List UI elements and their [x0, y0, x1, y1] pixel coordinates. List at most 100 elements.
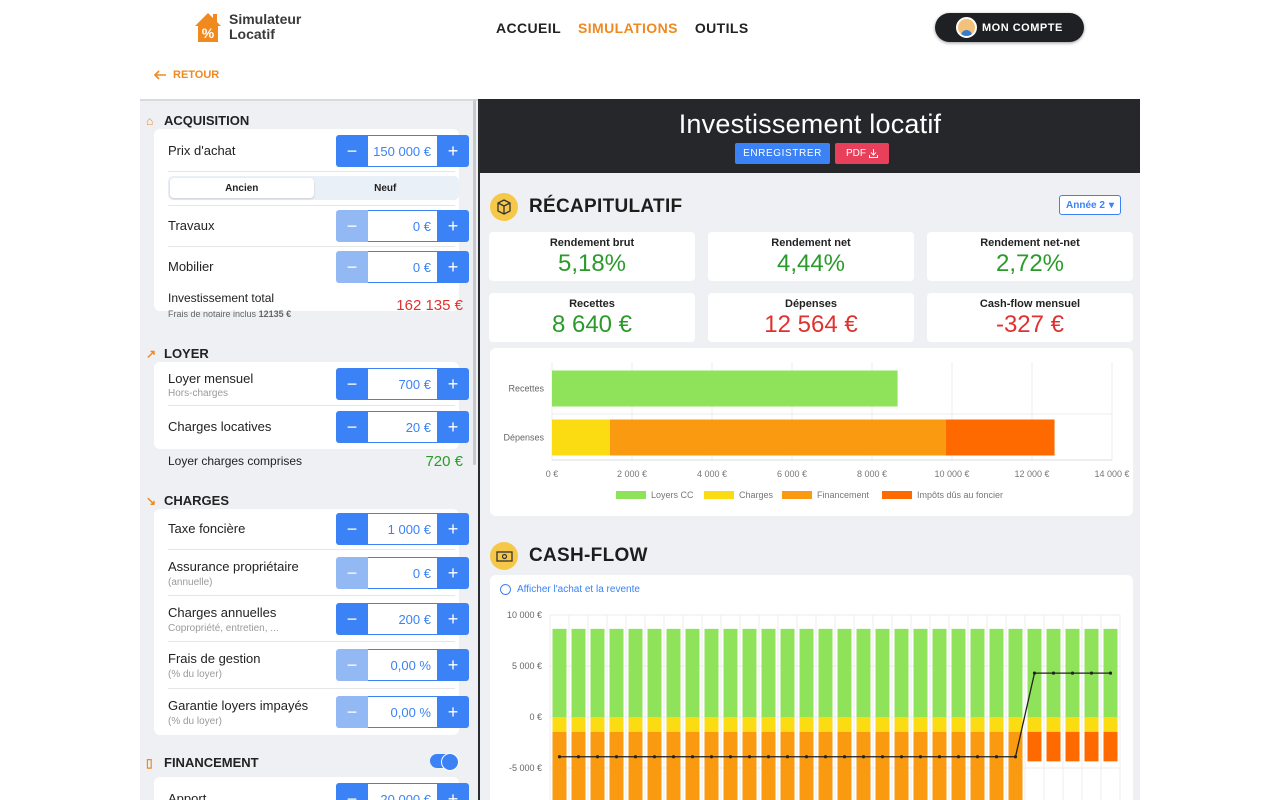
bar-segment [1103, 717, 1118, 732]
left-panel-scrollbar[interactable] [473, 100, 476, 465]
bar-segment [913, 628, 928, 717]
back-link[interactable]: RETOUR [154, 69, 219, 81]
assurance-minus-button[interactable]: − [336, 557, 368, 589]
divider [168, 688, 455, 689]
bar-segment [951, 717, 966, 732]
apport-input[interactable]: 20 000 € [368, 783, 437, 800]
bar-segment [552, 731, 567, 800]
travaux-plus-button[interactable]: + [437, 210, 469, 242]
prix-achat-stepper: − 150 000 € + [336, 135, 469, 167]
loyer-mensuel-sub: Hors-charges [168, 388, 229, 399]
kpi-depenses: Dépenses 12 564 € [708, 293, 914, 342]
trend-down-icon: ↘ [146, 493, 157, 508]
loyer-mensuel-row: Loyer mensuel Hors-charges − 700 € + [168, 368, 469, 400]
loyer-cc-value: 720 € [425, 453, 463, 470]
year-select[interactable]: Année 2 ▾ [1059, 195, 1121, 215]
charges-locatives-input[interactable]: 20 € [368, 411, 437, 443]
acquisition-section-title: ⌂ ACQUISITION [146, 113, 250, 128]
y-tick-label: 10 000 € [507, 610, 542, 620]
bar-segment [1008, 628, 1023, 717]
prix-achat-minus-button[interactable]: − [336, 135, 368, 167]
pdf-button[interactable]: PDF [835, 143, 889, 164]
save-button[interactable]: ENREGISTRER [735, 143, 830, 164]
category-label: Recettes [508, 384, 544, 394]
bar-segment [1008, 717, 1023, 732]
divider [168, 246, 455, 247]
cashflow-point [1089, 671, 1094, 675]
x-tick-label: 8 000 € [857, 469, 887, 479]
bar-segment [761, 628, 776, 717]
mobilier-plus-button[interactable]: + [437, 251, 469, 283]
investissement-total-label: Investissement total [168, 291, 275, 305]
taxe-fonciere-input[interactable]: 1 000 € [368, 513, 437, 545]
cashflow-point [994, 755, 999, 759]
legend-label: Loyers CC [651, 490, 694, 500]
travaux-minus-button[interactable]: − [336, 210, 368, 242]
bar-segment [666, 628, 681, 717]
garantie-loyers-input[interactable]: 0,00 % [368, 696, 437, 728]
charges-annuelles-minus-button[interactable]: − [336, 603, 368, 635]
bar-segment [932, 628, 947, 717]
assurance-plus-button[interactable]: + [437, 557, 469, 589]
assurance-sub: (annuelle) [168, 577, 213, 588]
bar-segment [610, 419, 946, 456]
loyer-input[interactable]: 700 € [368, 368, 437, 400]
bar-segment [913, 731, 928, 800]
bar-segment [1046, 731, 1061, 762]
prix-achat-plus-button[interactable]: + [437, 135, 469, 167]
mobilier-minus-button[interactable]: − [336, 251, 368, 283]
bar-segment [609, 731, 624, 800]
account-button[interactable]: MON COMPTE [935, 13, 1084, 42]
cashflow-point [918, 755, 923, 759]
charges-annuelles-input[interactable]: 200 € [368, 603, 437, 635]
travaux-input[interactable]: 0 € [368, 210, 437, 242]
logo[interactable]: % Simulateur Locatif [193, 10, 301, 44]
prix-achat-input[interactable]: 150 000 € [368, 135, 437, 167]
bar-segment [666, 717, 681, 732]
financement-toggle[interactable] [430, 753, 459, 771]
garantie-loyers-plus-button[interactable]: + [437, 696, 469, 728]
cashflow-point [1051, 671, 1056, 675]
x-tick-label: 2 000 € [617, 469, 647, 479]
taxe-fonciere-minus-button[interactable]: − [336, 513, 368, 545]
radio-button[interactable] [500, 584, 511, 595]
mobilier-input[interactable]: 0 € [368, 251, 437, 283]
loyer-plus-button[interactable]: + [437, 368, 469, 400]
nav-simulations[interactable]: SIMULATIONS [578, 20, 678, 36]
show-purchase-resale-option[interactable]: Afficher l'achat et la revente [500, 584, 640, 595]
taxe-fonciere-plus-button[interactable]: + [437, 513, 469, 545]
x-tick-label: 12 000 € [1014, 469, 1049, 479]
frais-notaire-note: Frais de notaire inclus 12135 € [168, 309, 292, 319]
frais-gestion-minus-button[interactable]: − [336, 649, 368, 681]
garantie-loyers-minus-button[interactable]: − [336, 696, 368, 728]
bar-segment [946, 419, 1055, 456]
bar-segment [742, 717, 757, 732]
arrow-left-icon [154, 70, 166, 80]
loyer-minus-button[interactable]: − [336, 368, 368, 400]
assurance-input[interactable]: 0 € [368, 557, 437, 589]
legend-label: Charges [739, 490, 774, 500]
x-tick-label: 6 000 € [777, 469, 807, 479]
legend-label: Financement [817, 490, 870, 500]
type-neuf-option[interactable]: Neuf [314, 178, 458, 198]
apport-plus-button[interactable]: + [437, 783, 469, 800]
investissement-total-value: 162 135 € [396, 297, 463, 314]
charges-locatives-minus-button[interactable]: − [336, 411, 368, 443]
charges-annuelles-plus-button[interactable]: + [437, 603, 469, 635]
loyer-section-title: ↗ LOYER [146, 346, 209, 361]
cashflow-point [804, 755, 809, 759]
frais-gestion-plus-button[interactable]: + [437, 649, 469, 681]
charges-locatives-plus-button[interactable]: + [437, 411, 469, 443]
nav-accueil[interactable]: ACCUEIL [496, 20, 561, 36]
main-nav: ACCUEIL SIMULATIONS OUTILS [496, 20, 749, 36]
recap-bar-chart: 0 € 2 000 € 4 000 € 6 000 € 8 000 € 10 000 € 1… [503, 362, 1130, 500]
house-icon: ⌂ [146, 113, 154, 128]
type-ancien-option[interactable]: Ancien [170, 178, 314, 198]
frais-gestion-row: Frais de gestion (% du loyer) − 0,00 % + [168, 649, 469, 681]
frais-gestion-input[interactable]: 0,00 % [368, 649, 437, 681]
apport-minus-button[interactable]: − [336, 783, 368, 800]
charges-locatives-label: Charges locatives [168, 419, 272, 434]
bar-segment [723, 628, 738, 717]
charges-section-title: ↘ CHARGES [146, 493, 230, 508]
nav-outils[interactable]: OUTILS [695, 20, 749, 36]
